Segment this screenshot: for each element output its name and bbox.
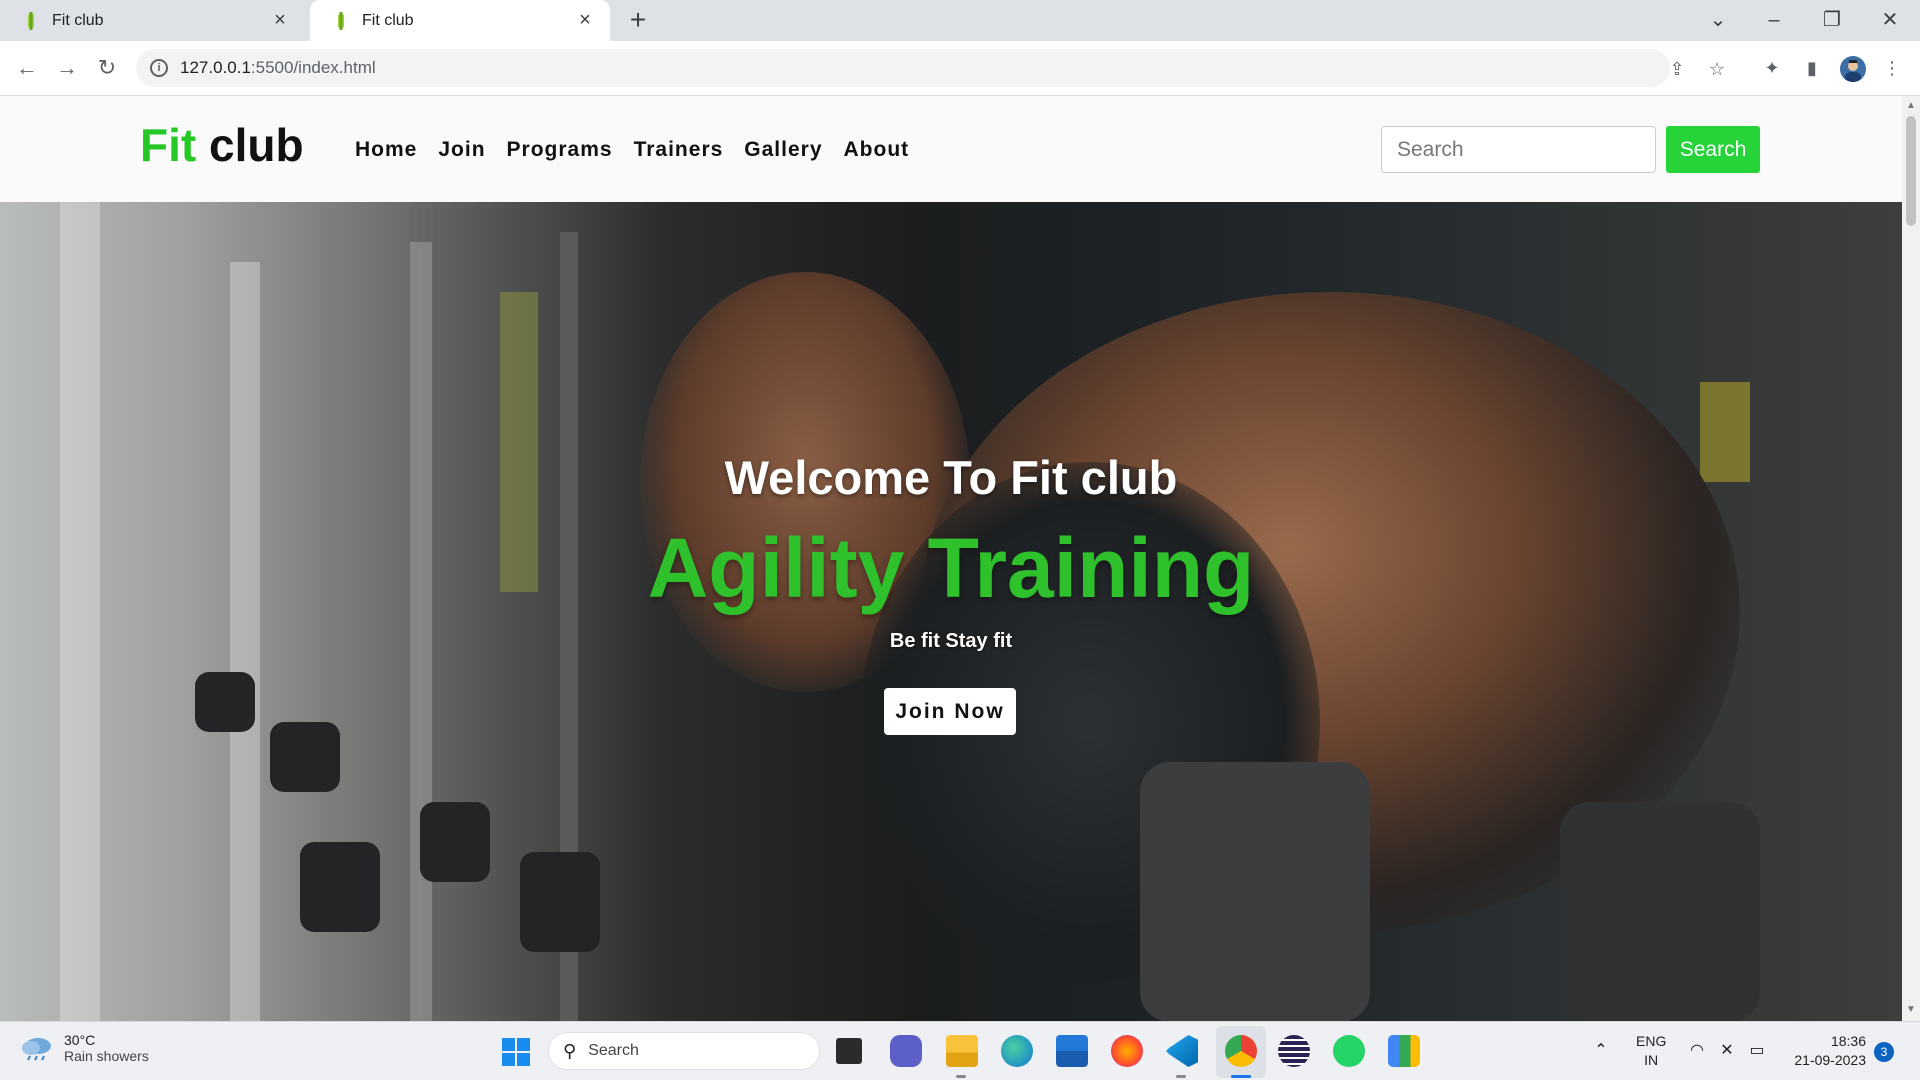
close-tab-icon[interactable]: × (574, 9, 596, 32)
weather-condition: Rain showers (64, 1048, 149, 1064)
site-info-icon[interactable]: i (150, 59, 168, 77)
extensions-puzzle-icon[interactable]: ✦ (1759, 55, 1785, 81)
browser-tab-1[interactable]: Fit club × (0, 0, 305, 41)
new-tab-icon[interactable]: + (624, 6, 652, 34)
forward-icon[interactable]: → (52, 53, 82, 83)
share-icon[interactable]: ⇪ (1666, 58, 1688, 80)
eclipse-icon[interactable] (1278, 1035, 1310, 1067)
google-meet-icon[interactable] (1388, 1035, 1420, 1067)
system-clock[interactable]: 18:36 21-09-2023 (1786, 1032, 1866, 1070)
edge-icon[interactable] (1001, 1035, 1033, 1067)
minimize-icon[interactable]: – (1756, 6, 1792, 34)
close-tab-icon[interactable]: × (269, 9, 291, 32)
url-path: :5500/index.html (250, 58, 376, 77)
taskbar-search-placeholder: Search (588, 1042, 639, 1059)
hero-headline: Agility Training (647, 521, 1255, 615)
vscode-icon[interactable] (1166, 1035, 1198, 1067)
scroll-up-icon[interactable]: ▲ (1906, 100, 1916, 111)
nav-gallery[interactable]: Gallery (744, 138, 822, 162)
file-explorer-indicator (956, 1075, 966, 1078)
browser-toolbar: ← → ↻ i 127.0.0.1:5500/index.html ⇪ ☆ ✦ … (0, 41, 1920, 96)
profile-avatar[interactable] (1840, 56, 1866, 82)
weather-temperature: 30°C (64, 1032, 96, 1048)
hero-content: Welcome To Fit club Agility Training Be … (0, 202, 1902, 1021)
rain-cloud-icon (22, 1038, 51, 1061)
site-search-input[interactable] (1381, 126, 1656, 173)
logo-fit-text: Fit (140, 119, 197, 171)
whatsapp-icon[interactable] (1333, 1035, 1365, 1067)
join-now-button[interactable]: Join Now (884, 688, 1016, 735)
weather-widget[interactable]: 30°C Rain showers (20, 1032, 149, 1064)
page-viewport: Fit club Home Join Programs Trainers Gal… (0, 96, 1902, 1021)
site-header: Fit club Home Join Programs Trainers Gal… (0, 96, 1902, 202)
os-taskbar: 30°C Rain showers ⚲ Search ⌃ ENG IN ◠ ✕ … (0, 1021, 1920, 1080)
tab-search-chevron-icon[interactable]: ⌄ (1700, 6, 1736, 34)
firefox-icon[interactable] (1111, 1035, 1143, 1067)
language-indicator[interactable]: ENG IN (1636, 1032, 1666, 1070)
bookmark-star-icon[interactable]: ☆ (1706, 58, 1728, 80)
nav-programs[interactable]: Programs (507, 138, 613, 162)
scroll-down-icon[interactable]: ▼ (1906, 1004, 1916, 1015)
hero-welcome-heading: Welcome To Fit club (724, 451, 1178, 504)
task-view-icon[interactable] (836, 1038, 862, 1064)
wifi-icon[interactable]: ◠ (1686, 1040, 1708, 1060)
dumbbell-favicon-icon (338, 11, 344, 30)
scroll-thumb[interactable] (1906, 116, 1916, 226)
address-bar[interactable]: i 127.0.0.1:5500/index.html ⇪ ☆ (136, 49, 1725, 87)
tab-title: Fit club (362, 11, 414, 29)
taskbar-search-box[interactable]: ⚲ Search (548, 1032, 820, 1070)
speaker-muted-icon[interactable]: ✕ (1716, 1040, 1738, 1060)
url-host: 127.0.0.1 (180, 58, 251, 77)
restore-icon[interactable]: ❐ (1814, 6, 1850, 34)
nav-home[interactable]: Home (355, 138, 417, 162)
chrome-indicator (1231, 1075, 1251, 1078)
battery-icon[interactable]: ▭ (1746, 1040, 1768, 1060)
nav-about[interactable]: About (844, 138, 910, 162)
language-code: ENG (1636, 1033, 1667, 1049)
search-icon: ⚲ (563, 1040, 577, 1061)
site-logo[interactable]: Fit club (140, 118, 304, 172)
site-search-button[interactable]: Search (1666, 126, 1760, 173)
nav-trainers[interactable]: Trainers (634, 138, 724, 162)
chrome-icon[interactable] (1225, 1035, 1257, 1067)
browser-tab-bar: Fit club × Fit club × + ⌄ – ❐ ✕ (0, 0, 1920, 41)
show-hidden-icons-chevron-icon[interactable]: ⌃ (1590, 1040, 1612, 1060)
main-nav: Home Join Programs Trainers Gallery Abou… (355, 138, 909, 162)
region-code: IN (1644, 1052, 1659, 1068)
clock-date: 21-09-2023 (1794, 1052, 1866, 1068)
close-window-icon[interactable]: ✕ (1872, 6, 1908, 34)
hero-section: Welcome To Fit club Agility Training Be … (0, 202, 1902, 1021)
vscode-indicator (1176, 1075, 1186, 1078)
logo-club-text: club (208, 119, 304, 171)
back-icon[interactable]: ← (12, 53, 42, 83)
tab-title: Fit club (52, 11, 104, 29)
side-panel-icon[interactable]: ▮ (1799, 55, 1825, 81)
notification-badge[interactable]: 3 (1874, 1042, 1894, 1062)
hero-tagline: Be fit Stay fit (889, 630, 1013, 652)
nav-join[interactable]: Join (438, 138, 485, 162)
file-explorer-icon[interactable] (946, 1035, 978, 1067)
teams-chat-icon[interactable] (890, 1035, 922, 1067)
dumbbell-favicon-icon (28, 11, 34, 30)
page-scrollbar[interactable]: ▲ ▼ (1902, 96, 1920, 1021)
browser-menu-icon[interactable]: ⋮ (1879, 55, 1905, 81)
browser-tab-2[interactable]: Fit club × (310, 0, 610, 41)
microsoft-store-icon[interactable] (1056, 1035, 1088, 1067)
reload-icon[interactable]: ↻ (92, 53, 122, 83)
clock-time: 18:36 (1830, 1033, 1866, 1049)
windows-start-icon[interactable] (502, 1038, 530, 1066)
